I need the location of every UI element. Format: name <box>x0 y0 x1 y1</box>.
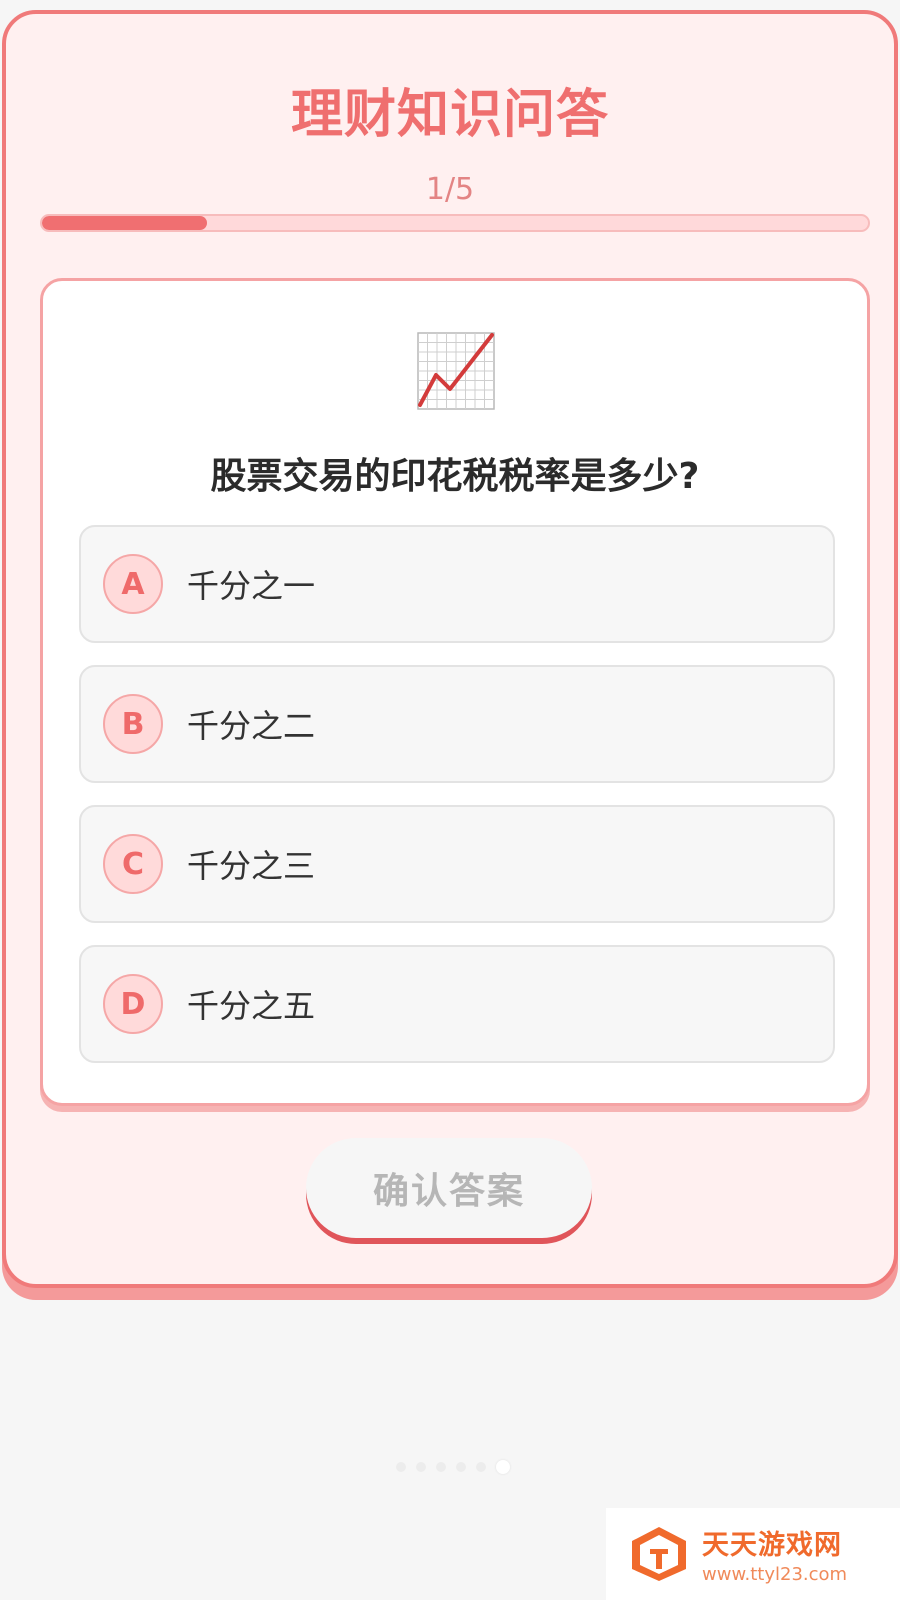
option-letter-badge: B <box>103 694 163 754</box>
option-letter-badge: D <box>103 974 163 1034</box>
progress-bar <box>40 214 870 232</box>
page-dot <box>456 1462 466 1472</box>
question-card: 股票交易的印花税税率是多少? A 千分之一 B 千分之二 C 千分之三 D 千分… <box>40 278 870 1106</box>
option-a[interactable]: A 千分之一 <box>79 525 835 643</box>
quiz-card: 理财知识问答 1/5 股票交易的印花税税率是多少? A 千分之一 B 千分之二 … <box>2 10 898 1288</box>
page-title: 理财知识问答 <box>290 85 609 145</box>
confirm-answer-button[interactable]: 确认答案 <box>306 1138 592 1238</box>
chart-increasing-icon <box>417 332 495 410</box>
progress-bar-fill <box>42 216 208 230</box>
option-letter-badge: A <box>103 554 163 614</box>
progress-counter: 1/5 <box>425 172 475 207</box>
page-dot <box>476 1462 486 1472</box>
watermark-logo-icon <box>632 1527 686 1581</box>
option-b[interactable]: B 千分之二 <box>79 665 835 783</box>
option-c[interactable]: C 千分之三 <box>79 805 835 923</box>
option-label: 千分之二 <box>187 707 316 745</box>
page-dot <box>436 1462 446 1472</box>
option-label: 千分之五 <box>187 987 316 1025</box>
option-label: 千分之一 <box>187 567 316 605</box>
watermark: 天天游戏网 www.ttyl23.com <box>606 1508 900 1600</box>
question-text: 股票交易的印花税税率是多少? <box>210 456 700 497</box>
watermark-url: www.ttyl23.com <box>702 1564 848 1585</box>
option-letter-badge: C <box>103 834 163 894</box>
page-indicator <box>396 1460 510 1474</box>
page-dot <box>416 1462 426 1472</box>
option-d[interactable]: D 千分之五 <box>79 945 835 1063</box>
page-dot <box>396 1462 406 1472</box>
option-label: 千分之三 <box>187 847 316 885</box>
page-dot-active <box>496 1460 510 1474</box>
watermark-name: 天天游戏网 <box>702 1530 842 1561</box>
